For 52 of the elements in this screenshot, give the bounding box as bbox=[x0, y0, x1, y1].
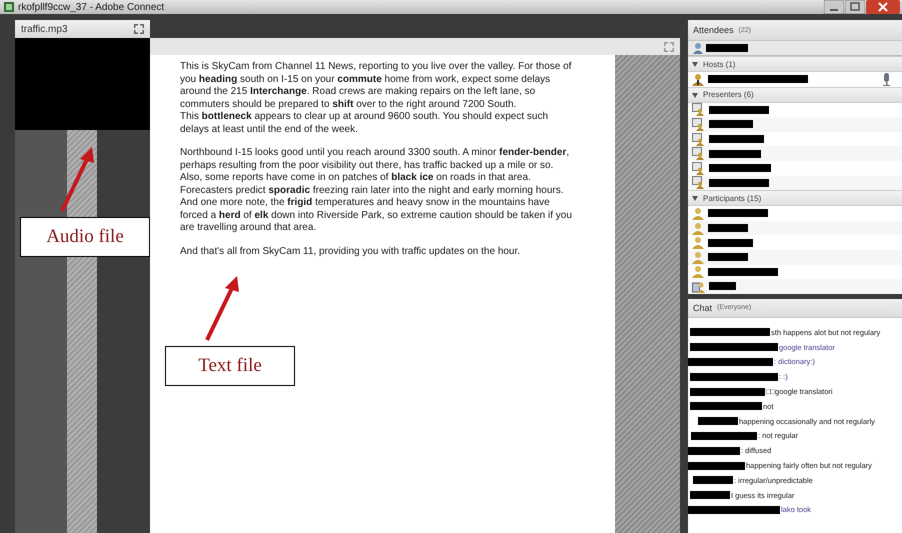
microphone-icon[interactable] bbox=[882, 72, 892, 86]
redacted-name-bar bbox=[708, 209, 768, 218]
minimize-icon[interactable] bbox=[824, 0, 844, 14]
attendee-row[interactable] bbox=[688, 264, 902, 280]
document-paragraph: Northbound I-15 looks good until you reach around 3300 south. A minor fender-bender, perhaps resulting from the poor visibility out there, has traffic backed up a mile or so. Also, some reports have come in on patches of black ice on roads in that area. Forecasters predict sporadic freezing rain later into the night and early morning hours. And one more note, the frigid temperatures and heavy snow in the mountains have forced a herd of elk down into Riverside Park, so extreme caution should be taken if you are travelling around that area. bbox=[180, 147, 573, 234]
expand-icon[interactable] bbox=[692, 61, 698, 67]
redacted-name-bar bbox=[709, 135, 764, 144]
redacted-name-bar bbox=[688, 462, 745, 470]
redacted-name-bar bbox=[698, 417, 738, 426]
redacted-name-bar bbox=[708, 268, 778, 276]
redacted-name-bar bbox=[708, 238, 753, 247]
redacted-name-bar bbox=[690, 491, 730, 500]
attendee-row[interactable] bbox=[688, 176, 902, 190]
annotation-label: Audio file bbox=[20, 217, 150, 257]
close-icon[interactable] bbox=[866, 0, 900, 14]
redacted-name-bar bbox=[693, 476, 733, 484]
redacted-name-bar bbox=[690, 402, 762, 410]
group-header[interactable]: Presenters (6) bbox=[688, 86, 902, 103]
phone-person-icon bbox=[692, 42, 704, 54]
group-header[interactable]: Hosts (1) bbox=[688, 56, 902, 72]
attendees-title: Attendees bbox=[693, 25, 734, 35]
expand-icon[interactable] bbox=[692, 195, 698, 202]
annotation-label: Text file bbox=[165, 346, 295, 386]
attendee-row[interactable] bbox=[688, 250, 902, 265]
redacted-name-bar bbox=[708, 253, 748, 262]
redacted-name-bar bbox=[709, 150, 761, 158]
my-status-row[interactable] bbox=[688, 41, 902, 56]
redacted-name-bar bbox=[709, 164, 771, 172]
redacted-name-bar bbox=[691, 432, 757, 440]
fullscreen-icon[interactable] bbox=[134, 24, 144, 34]
attendee-row[interactable] bbox=[688, 117, 902, 132]
attendee-row[interactable] bbox=[688, 102, 902, 118]
document-paragraph: And that's all from SkyCam 11, providing you with traffic updates on the hour. bbox=[180, 246, 522, 258]
attendee-row[interactable] bbox=[688, 146, 902, 161]
redacted-name-bar bbox=[708, 224, 748, 232]
document-paragraph: This bottleneck appears to clear up at around 9600 south. You should expect such delays at least until the end of the week. bbox=[180, 111, 550, 136]
audio-pod-title: traffic.mp3 bbox=[21, 24, 68, 34]
redacted-name-bar bbox=[709, 106, 769, 114]
app-icon bbox=[4, 2, 14, 12]
group-header[interactable]: Participants (15) bbox=[688, 190, 902, 206]
attendee-row[interactable] bbox=[688, 132, 902, 146]
window-title: rkofpllf9ccw_37 - Adobe Connect bbox=[18, 2, 164, 12]
attendee-row[interactable] bbox=[688, 279, 902, 294]
maximize-icon[interactable] bbox=[845, 0, 865, 14]
redacted-name-bar bbox=[709, 178, 769, 187]
redacted-name-bar bbox=[709, 120, 753, 128]
document-paragraph: This is SkyCam from Channel 11 News, reporting to you live over the valley. For those of you heading south on I-15 on your commute home from work, expect some delays around the 215 Interchange. Road crews are making repairs on the left lane, so commuters should be prepared to shift over to the right around 7200 South. bbox=[180, 61, 572, 111]
redacted-name-bar bbox=[709, 282, 736, 290]
attendee-row[interactable] bbox=[688, 220, 902, 236]
redacted-name-bar bbox=[688, 446, 740, 455]
expand-icon[interactable] bbox=[692, 92, 698, 98]
chat-title: Chat bbox=[693, 302, 712, 313]
